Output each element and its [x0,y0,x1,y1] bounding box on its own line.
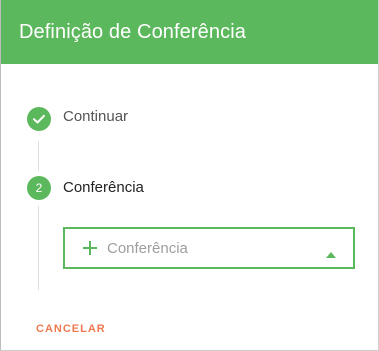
step-number-badge: 2 [27,176,51,200]
conference-select[interactable]: Conferência [63,227,355,269]
select-placeholder: Conferência [107,240,188,257]
dialog-header: Definição de Conferência [1,0,378,64]
step-label-continuar[interactable]: Continuar [63,108,128,125]
cancel-button[interactable]: CANCELAR [36,323,106,335]
step-connector [38,206,39,290]
check-icon[interactable] [27,107,51,131]
caret-up-icon[interactable] [326,245,336,258]
step-label-conferencia: Conferência [63,179,144,196]
plus-icon[interactable] [80,237,100,259]
step-connector [38,141,39,171]
dialog-title: Definição de Conferência [19,21,246,43]
conference-dialog: Definição de Conferência Continuar 2 Con… [0,0,379,351]
